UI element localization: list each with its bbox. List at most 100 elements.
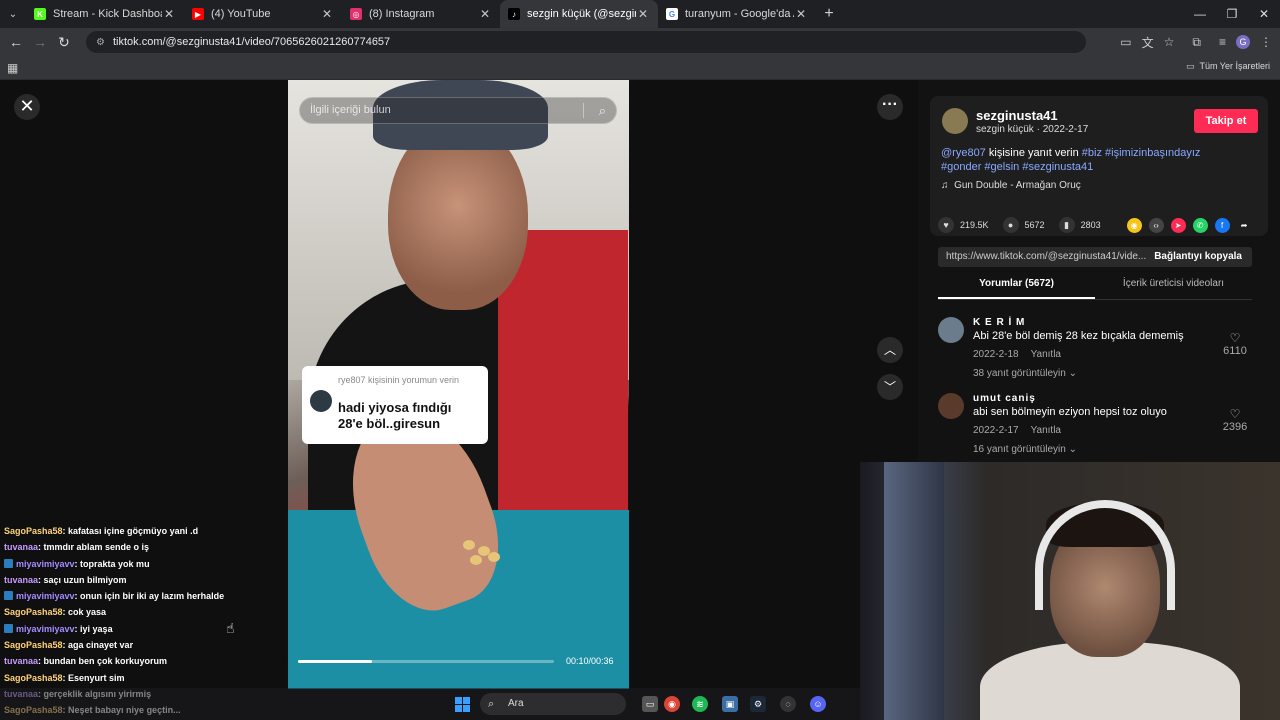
- translate-icon[interactable]: 文: [1142, 34, 1154, 51]
- file-explorer-icon[interactable]: ▭: [642, 696, 658, 712]
- music-link[interactable]: ♫ Gun Double - Armağan Oruç: [941, 180, 1081, 191]
- reload-button[interactable]: ↻: [52, 34, 76, 51]
- close-tab-icon[interactable]: ✕: [636, 7, 650, 21]
- browser-tab[interactable]: ◎ (8) Instagram ✕: [342, 0, 500, 28]
- close-tab-icon[interactable]: ✕: [478, 7, 492, 21]
- close-tab-icon[interactable]: ✕: [794, 7, 808, 21]
- close-tab-icon[interactable]: ✕: [162, 7, 176, 21]
- whatsapp-icon[interactable]: ✆: [1192, 217, 1208, 233]
- browser-tab[interactable]: ▶ (4) YouTube ✕: [184, 0, 342, 28]
- embed-icon[interactable]: ‹›: [1148, 217, 1164, 233]
- reply-avatar: [310, 390, 332, 412]
- hashtags-line-2[interactable]: #gonder #gelsin #sezginusta41: [941, 161, 1093, 173]
- video-progress-fill: [298, 660, 373, 663]
- follow-button[interactable]: Takip et: [1194, 109, 1258, 133]
- author-subtitle: sezgin küçük · 2022-2-17: [976, 124, 1089, 135]
- comment-avatar[interactable]: [938, 317, 964, 343]
- comment-avatar[interactable]: [938, 393, 964, 419]
- comment-author[interactable]: umut caniş: [973, 393, 1036, 404]
- chat-username: tuvanaa: [4, 574, 39, 585]
- heart-outline-icon: ♡: [1229, 331, 1241, 345]
- comment-like[interactable]: ♡ 6110: [1218, 331, 1252, 357]
- discord-icon[interactable]: ☺: [810, 696, 826, 712]
- close-tab-icon[interactable]: ✕: [320, 7, 334, 21]
- steam-icon[interactable]: ⚙: [750, 696, 766, 712]
- cast-icon[interactable]: ▭: [1120, 35, 1131, 49]
- media-controls-icon[interactable]: ≡: [1219, 35, 1226, 49]
- profile-avatar[interactable]: G: [1236, 35, 1250, 49]
- chat-text: : saçı uzun bilmiyom: [38, 574, 127, 585]
- chat-message: SagoPasha58: cok yasa: [4, 604, 284, 620]
- taskbar-search-label: Ara: [508, 698, 524, 709]
- more-options-button[interactable]: ···: [877, 94, 903, 120]
- search-icon[interactable]: ⌕: [599, 98, 606, 123]
- url-text: tiktok.com/@sezginusta41/video/706562602…: [112, 36, 391, 48]
- back-button[interactable]: ←: [4, 34, 28, 50]
- chevron-down-icon: ⌄: [1068, 444, 1078, 455]
- reply-card-caption: rye807 kişisinin yorumun verin: [338, 375, 460, 385]
- copy-link-button[interactable]: Bağlantıyı kopyala: [1154, 251, 1242, 262]
- close-window-button[interactable]: ✕: [1248, 0, 1280, 28]
- browser-tab[interactable]: Gturanyum - Google'da Ara✕: [658, 0, 816, 28]
- forward-button[interactable]: →: [28, 34, 52, 50]
- tab-search-chevron-icon[interactable]: ⌄: [0, 0, 26, 28]
- webcam-door: [884, 462, 944, 720]
- browser-tab[interactable]: ♪ sezgin küçük (@sezginusta41) |✕: [500, 0, 658, 28]
- coin-icon[interactable]: ◉: [1126, 217, 1142, 233]
- subscriber-badge-icon: [4, 591, 13, 601]
- all-bookmarks-label: Tüm Yer İşaretleri: [1199, 61, 1270, 71]
- extensions-icon[interactable]: ⧉: [1192, 35, 1201, 50]
- chrome-icon[interactable]: ◉: [664, 696, 680, 712]
- video-progress-bar[interactable]: [298, 660, 554, 663]
- tab-list: KStream - Kick Dashboard✕▶(4) YouTube✕◎(…: [26, 0, 816, 28]
- share-arrow-icon[interactable]: ➦: [1237, 218, 1252, 233]
- restore-button[interactable]: ❐: [1216, 0, 1248, 28]
- share-link-url[interactable]: https://www.tiktok.com/@sezginusta41/vid…: [946, 251, 1146, 262]
- comment-icon[interactable]: ●: [1002, 217, 1019, 233]
- action-bar: ♥ 219.5K ● 5672 ▮ 2803 ◉ ‹› ➤ ✆ f ➦: [938, 217, 1258, 233]
- minimize-button[interactable]: —: [1184, 0, 1216, 28]
- comment-like[interactable]: ♡ 2396: [1218, 407, 1252, 433]
- author-avatar[interactable]: [942, 108, 968, 134]
- comment-author[interactable]: K E R İ M: [973, 317, 1025, 328]
- browser-menu-icon[interactable]: ⋮: [1260, 35, 1272, 49]
- next-video-button[interactable]: ﹀: [877, 374, 903, 400]
- heart-icon[interactable]: ♥: [938, 217, 954, 233]
- reply-button[interactable]: Yanıtla: [1031, 349, 1061, 360]
- send-icon[interactable]: ➤: [1170, 217, 1186, 233]
- browser-tab[interactable]: K Stream - Kick Dashboard✕: [26, 0, 184, 28]
- taskbar-search[interactable]: ⌕ Ara: [480, 693, 626, 715]
- share-link-row: https://www.tiktok.com/@sezginusta41/vid…: [938, 247, 1252, 267]
- view-replies-button[interactable]: 16 yanıt görüntüleyin ⌄: [973, 444, 1077, 455]
- reply-button[interactable]: Yanıtla: [1031, 425, 1061, 436]
- previous-video-button[interactable]: ︿: [877, 337, 903, 363]
- comment-like-count: 6110: [1223, 345, 1247, 357]
- chat-message: SagoPasha58: kafatası içine göçmüyo yani…: [4, 523, 284, 539]
- search-icon: ⌕: [488, 698, 495, 710]
- bookmark-icon[interactable]: ▮: [1058, 217, 1075, 233]
- tab-title: (8) Instagram: [369, 8, 435, 20]
- mention-link[interactable]: @rye807: [941, 147, 986, 159]
- save-count: 2803: [1080, 220, 1101, 230]
- tab-creator-videos[interactable]: İçerik üreticisi videoları: [1095, 278, 1252, 299]
- tab-comments[interactable]: Yorumlar (5672): [938, 278, 1095, 299]
- chat-text: : iyi yaşa: [74, 623, 113, 634]
- spotify-icon[interactable]: ≋: [692, 696, 708, 712]
- new-tab-button[interactable]: +: [816, 5, 842, 23]
- author-username[interactable]: sezginusta41: [976, 108, 1058, 123]
- hashtags-line-1[interactable]: #biz #işimizinbaşındayız: [1082, 147, 1201, 159]
- site-info-icon[interactable]: ⚙: [96, 37, 105, 48]
- chat-text: : kafatası içine göçmüyo yani .d: [62, 526, 199, 536]
- all-bookmarks-button[interactable]: ▭ Tüm Yer İşaretleri: [1186, 61, 1270, 72]
- store-icon[interactable]: ▣: [722, 696, 738, 712]
- recorder-icon[interactable]: ◌: [780, 696, 796, 712]
- related-search-input[interactable]: İlgili içeriği bulun ⌕: [299, 97, 617, 124]
- address-bar[interactable]: ⚙ tiktok.com/@sezginusta41/video/7065626…: [86, 31, 1086, 53]
- facebook-icon[interactable]: f: [1214, 217, 1230, 233]
- view-replies-button[interactable]: 38 yanıt görüntüleyin ⌄: [973, 368, 1077, 379]
- close-video-button[interactable]: ✕: [14, 94, 40, 120]
- bookmark-star-icon[interactable]: ☆: [1164, 35, 1175, 49]
- view-replies-label: 38 yanıt görüntüleyin: [973, 368, 1066, 379]
- apps-grid-icon[interactable]: ▦: [7, 61, 18, 75]
- windows-start-icon[interactable]: [455, 697, 470, 712]
